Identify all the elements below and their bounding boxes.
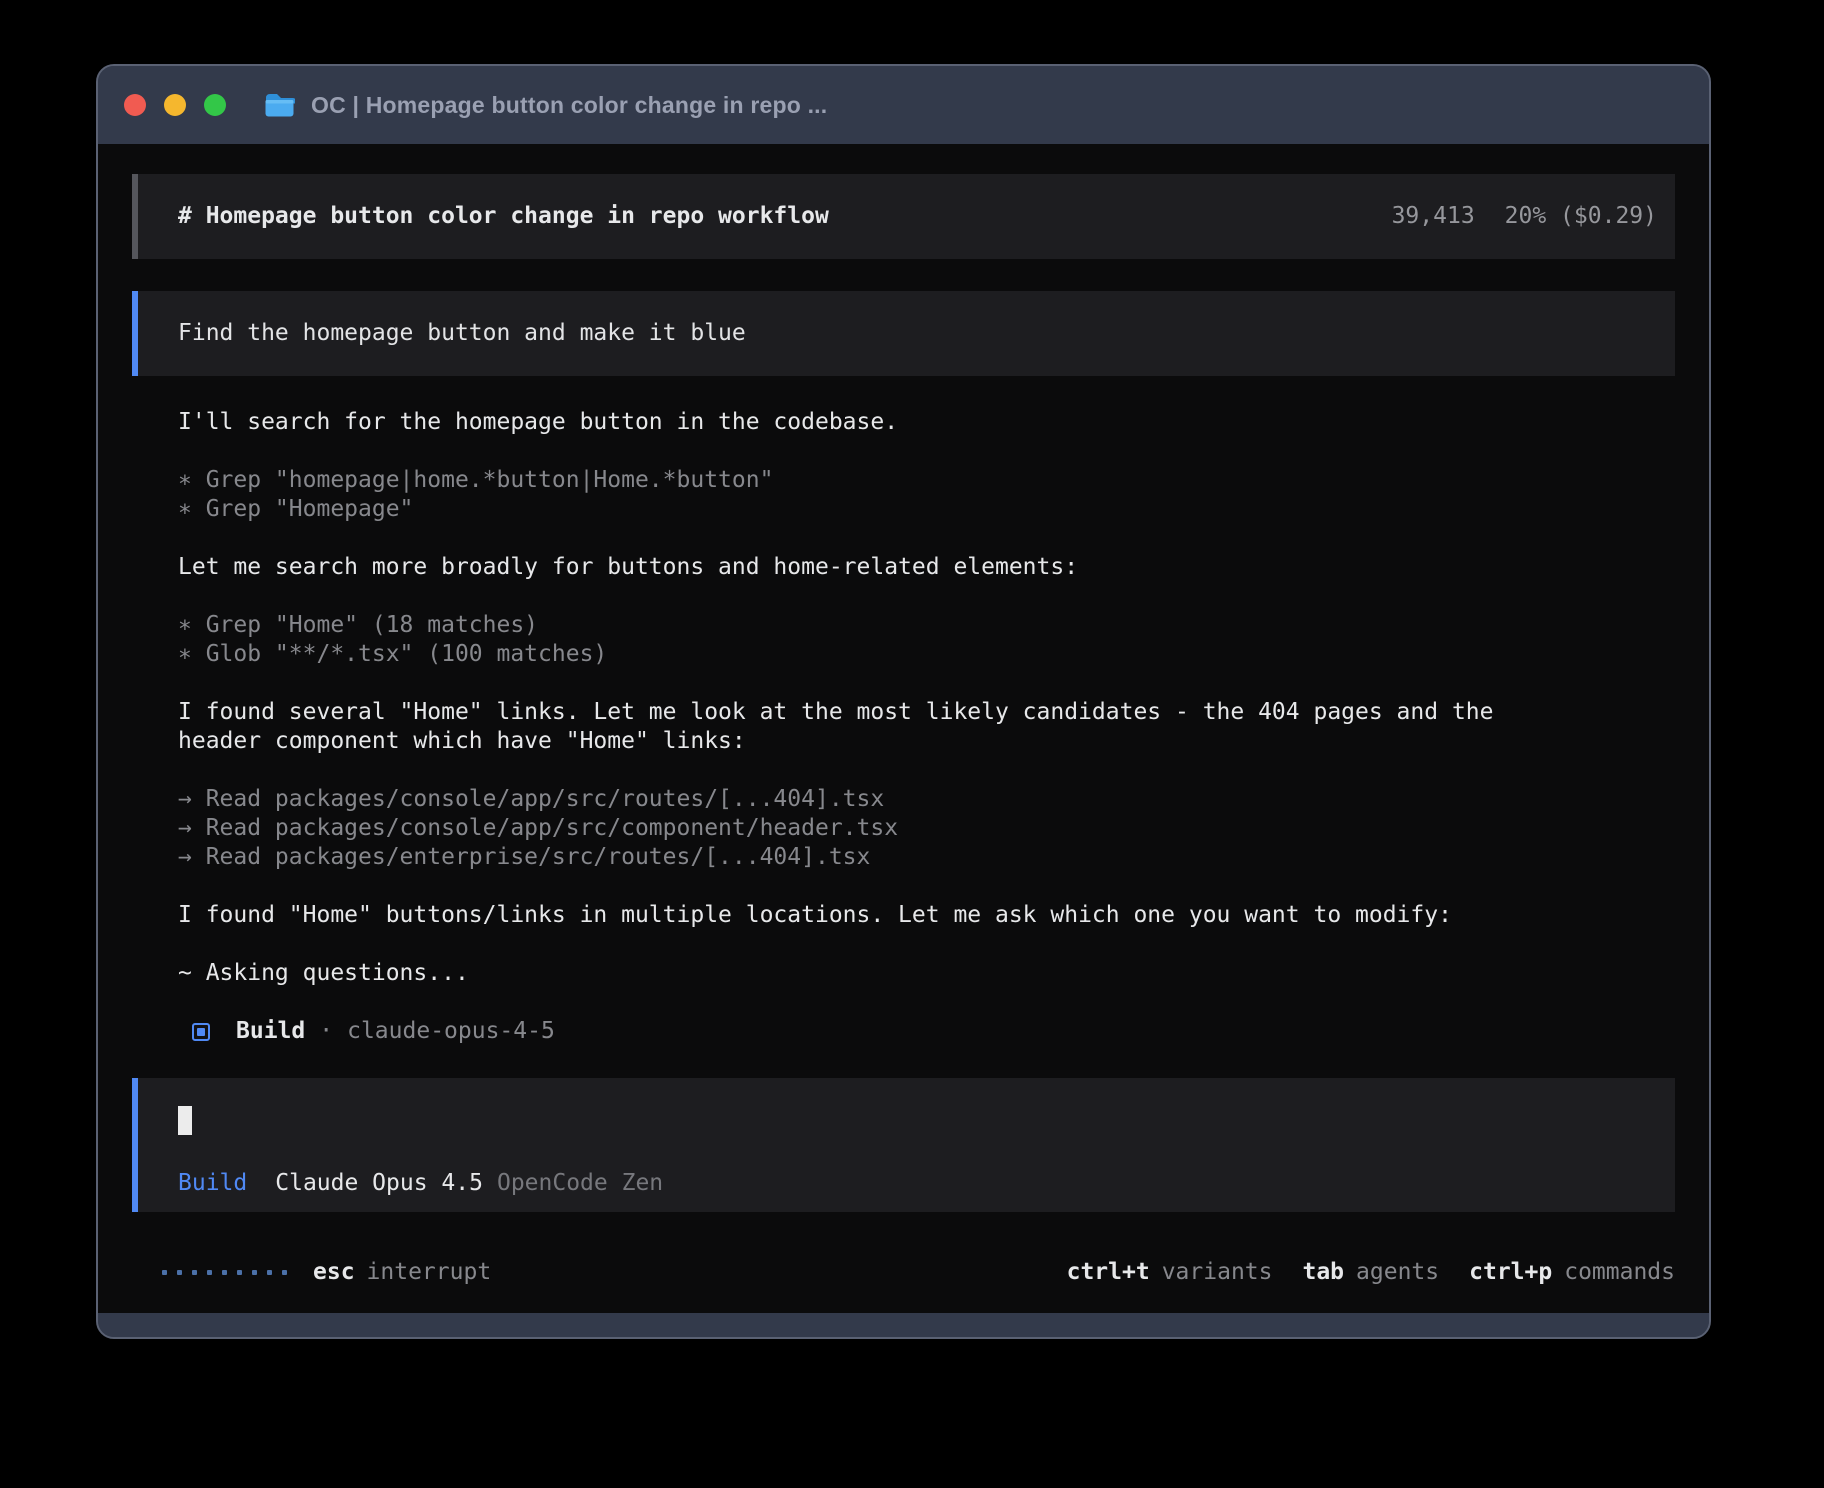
assistant-text-line: Let me search more broadly for buttons a… [178, 553, 1675, 582]
hint-label: variants [1162, 1258, 1273, 1287]
assistant-text-line: header component which have "Home" links… [178, 727, 1675, 756]
hint-label: commands [1564, 1258, 1675, 1287]
user-message-text: Find the homepage button and make it blu… [178, 320, 746, 346]
keyboard-hint: ctrl+t variants [1067, 1258, 1273, 1287]
spinner-dot [222, 1270, 227, 1275]
terminal-window: OC | Homepage button color change in rep… [96, 64, 1711, 1339]
agent-status: Build · claude-opus-4-5 [192, 1017, 1675, 1046]
tool-call-line: ∗ Glob "**/*.tsx" (100 matches) [178, 640, 1675, 669]
model-name: claude-opus-4-5 [347, 1017, 555, 1046]
assistant-text-line: I'll search for the homepage button in t… [178, 408, 1675, 437]
tool-call-line: → Read packages/console/app/src/routes/[… [178, 785, 1675, 814]
traffic-lights [124, 94, 226, 116]
assistant-text-group: I'll search for the homepage button in t… [178, 408, 1675, 437]
prompt-meta: Build Claude Opus 4.5 OpenCode Zen [178, 1169, 1657, 1198]
window-bottom-chrome [98, 1313, 1709, 1337]
assistant-text-group: Let me search more broadly for buttons a… [178, 553, 1675, 582]
assistant-text-group: I found several "Home" links. Let me loo… [178, 698, 1675, 756]
prompt-input[interactable]: Build Claude Opus 4.5 OpenCode Zen [132, 1078, 1675, 1212]
session-title: # Homepage button color change in repo w… [178, 202, 829, 231]
window-title: OC | Homepage button color change in rep… [311, 92, 827, 119]
right-hints: ctrl+t variants tab agents ctrl+p commands [1067, 1258, 1675, 1287]
tool-call-line: ∗ Grep "Home" (18 matches) [178, 611, 1675, 640]
user-message: Find the homepage button and make it blu… [132, 291, 1675, 376]
tool-call-line: → Read packages/console/app/src/componen… [178, 814, 1675, 843]
spinner-dot [252, 1270, 257, 1275]
zoom-button[interactable] [204, 94, 226, 116]
tool-call-group: ∗ Grep "Home" (18 matches)∗ Glob "**/*.t… [178, 611, 1675, 669]
folder-icon [264, 92, 295, 118]
tool-call-line: ∗ Grep "Homepage" [178, 495, 1675, 524]
prompt-provider: OpenCode Zen [497, 1169, 663, 1198]
tool-call-line: → Read packages/enterprise/src/routes/[.… [178, 843, 1675, 872]
left-hints: esc interrupt [313, 1258, 491, 1287]
close-button[interactable] [124, 94, 146, 116]
hint-key: esc [313, 1258, 355, 1287]
conversation: I'll search for the homepage button in t… [178, 376, 1675, 988]
agent-icon [192, 1023, 210, 1041]
keyboard-hint: tab agents [1302, 1258, 1439, 1287]
agent-name: Build [236, 1017, 305, 1046]
spinner-dot [207, 1270, 212, 1275]
prompt-model: Claude Opus 4.5 [275, 1169, 483, 1198]
token-count: 39,413 [1392, 202, 1475, 231]
terminal-content: # Homepage button color change in repo w… [98, 144, 1709, 1313]
assistant-text-group: I found "Home" buttons/links in multiple… [178, 901, 1675, 930]
keyboard-hint: ctrl+p commands [1469, 1258, 1675, 1287]
spinner-dot [237, 1270, 242, 1275]
assistant-text-line: I found several "Home" links. Let me loo… [178, 698, 1675, 727]
agent-separator: · [319, 1017, 333, 1046]
text-cursor [178, 1106, 192, 1135]
spinner-dot [267, 1270, 272, 1275]
hint-key: ctrl+p [1469, 1258, 1552, 1287]
titlebar: OC | Homepage button color change in rep… [98, 66, 1709, 144]
hint-label: agents [1356, 1258, 1439, 1287]
tool-call-line: ∗ Grep "homepage|home.*button|Home.*butt… [178, 466, 1675, 495]
tool-call-group: ∗ Grep "homepage|home.*button|Home.*butt… [178, 466, 1675, 524]
context-usage: 20% ($0.29) [1505, 202, 1657, 231]
spinner-dots [162, 1270, 287, 1275]
session-header: # Homepage button color change in repo w… [132, 174, 1675, 259]
spinner-dot [282, 1270, 287, 1275]
keyboard-hint: esc interrupt [313, 1258, 491, 1287]
spinner-dot [177, 1270, 182, 1275]
hint-key: tab [1302, 1258, 1344, 1287]
assistant-text-line: ~ Asking questions... [178, 959, 1675, 988]
hint-label: interrupt [367, 1258, 492, 1287]
assistant-text-line: I found "Home" buttons/links in multiple… [178, 901, 1675, 930]
assistant-text-group: ~ Asking questions... [178, 959, 1675, 988]
minimize-button[interactable] [164, 94, 186, 116]
session-stats: 39,413 20% ($0.29) [1392, 202, 1657, 231]
spinner-dot [192, 1270, 197, 1275]
prompt-agent: Build [178, 1169, 247, 1198]
hint-key: ctrl+t [1067, 1258, 1150, 1287]
tool-call-group: → Read packages/console/app/src/routes/[… [178, 785, 1675, 872]
spinner-dot [162, 1270, 167, 1275]
status-bar: escinterrupt ctrl+tvariantstabagentsctrl… [132, 1258, 1675, 1287]
